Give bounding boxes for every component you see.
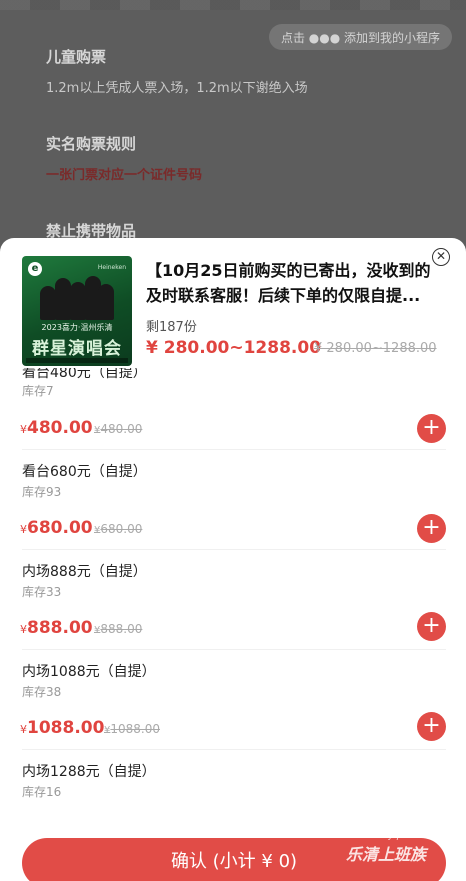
option-stock: 库存16 — [22, 785, 62, 799]
ticket-option: 看台480元（自提） 库存7 ¥480.00 ¥480.00 + — [0, 362, 466, 462]
option-stock: 库存7 — [22, 384, 54, 398]
concert-poster-image: e Heineken 2023喜力·温州乐清 群星演唱会 — [22, 256, 132, 366]
original-price-range: ¥ 280.00~1288.00 — [314, 341, 437, 356]
divider — [22, 649, 446, 650]
option-name: 内场1088元（自提） — [22, 664, 156, 680]
divider — [22, 449, 446, 450]
heineken-logo: Heineken — [97, 264, 126, 271]
sku-selection-sheet: ✕ e Heineken 2023喜力·温州乐清 群星演唱会 【10月25日前购… — [0, 238, 466, 881]
add-quantity-button[interactable]: + — [417, 414, 446, 443]
product-title: 【10月25日前购买的已寄出，没收到的及时联系客服！后续下单的仅限自提... — [146, 261, 431, 305]
add-quantity-button[interactable]: + — [417, 712, 446, 741]
poster-title: 群星演唱会 — [32, 339, 122, 359]
option-name: 看台680元（自提） — [22, 464, 147, 480]
remaining-stock: 剩187份 — [146, 320, 197, 335]
add-quantity-button[interactable]: + — [417, 514, 446, 543]
option-price: ¥680.00 — [20, 518, 93, 538]
watermark-url: Siyq.com — [380, 831, 422, 841]
poster-year-line: 2023喜力·温州乐清 — [41, 323, 113, 332]
real-name-rule-section: 实名购票规则 一张门票对应一个证件号码 — [46, 133, 202, 183]
option-name: 内场888元（自提） — [22, 564, 147, 580]
section-text: 1.2m以上凭成人票入场，1.2m以下谢绝入场 — [46, 81, 308, 96]
option-original-price: ¥888.00 — [94, 622, 143, 636]
children-ticket-section: 儿童购票 1.2m以上凭成人票入场，1.2m以下谢绝入场 — [46, 46, 308, 96]
option-price: ¥480.00 — [20, 418, 93, 438]
option-stock: 库存93 — [22, 485, 62, 499]
ticket-option: 内场888元（自提） 库存33 ¥888.00 ¥888.00 + — [0, 562, 466, 662]
option-original-price: ¥480.00 — [94, 422, 143, 436]
product-summary: e Heineken 2023喜力·温州乐清 群星演唱会 【10月25日前购买的… — [22, 256, 442, 368]
divider — [22, 749, 446, 750]
option-stock: 库存38 — [22, 685, 62, 699]
section-title: 实名购票规则 — [46, 135, 137, 153]
option-original-price: ¥1088.00 — [104, 722, 160, 736]
section-text: 一张门票对应一个证件号码 — [46, 168, 203, 183]
background-top-strip — [0, 0, 466, 10]
option-original-price: ¥680.00 — [94, 522, 143, 536]
mini-program-hint-text: 点击 ●●● 添加到我的小程序 — [280, 30, 440, 45]
price-range: ¥ 280.00~1288.00 — [146, 338, 322, 358]
ticket-option: 内场1088元（自提） 库存38 ¥1088.00 ¥1088.00 + — [0, 662, 466, 762]
brand-logo-icon: e — [28, 262, 42, 276]
option-name: 内场1288元（自提） — [22, 764, 156, 780]
performers-graphic — [40, 276, 114, 320]
background-page: 点击 ●●● 添加到我的小程序 儿童购票 1.2m以上凭成人票入场，1.2m以下… — [0, 0, 466, 260]
add-quantity-button[interactable]: + — [417, 612, 446, 641]
divider — [22, 549, 446, 550]
section-title: 儿童购票 — [46, 48, 107, 66]
option-name: 看台480元（自提） — [22, 365, 147, 381]
watermark-text: 乐清上班族 — [346, 845, 427, 864]
ticket-option: 看台680元（自提） 库存93 ¥680.00 ¥680.00 + — [0, 462, 466, 562]
option-price: ¥1088.00 — [20, 718, 105, 738]
option-price: ¥888.00 — [20, 618, 93, 638]
option-stock: 库存33 — [22, 585, 62, 599]
